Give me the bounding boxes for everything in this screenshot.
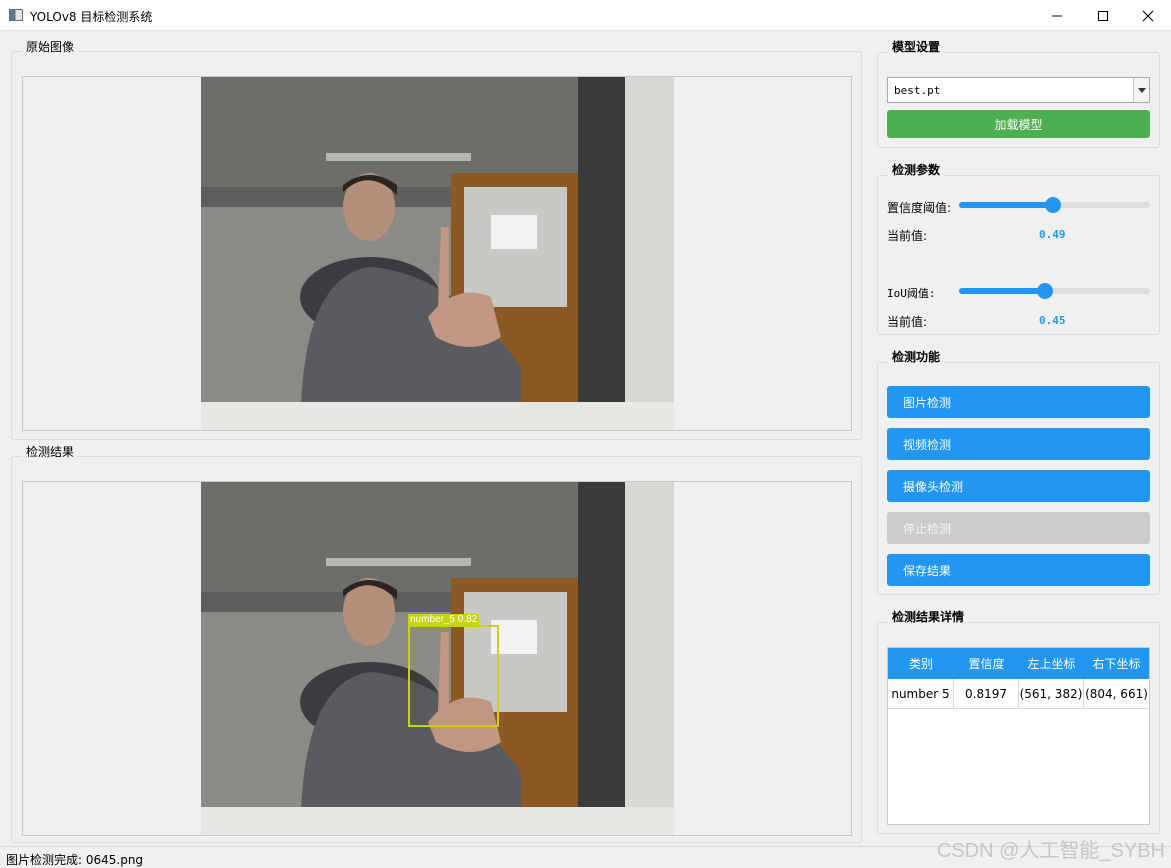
watermark: CSDN @人工智能_SYBH xyxy=(936,840,1165,862)
iou-slider-handle[interactable] xyxy=(1036,283,1053,299)
results-detail-title: 检测结果详情 xyxy=(888,610,969,624)
app-icon xyxy=(9,9,23,21)
iou-slider-fill xyxy=(959,288,1045,294)
office-scene-image xyxy=(201,77,674,430)
detection-label: number_5 0.82 xyxy=(408,614,480,626)
result-image-title: 检测结果 xyxy=(22,445,79,459)
confidence-current-label: 当前值: xyxy=(887,229,928,243)
model-select[interactable]: best.pt xyxy=(887,77,1150,103)
detection-functions-title: 检测功能 xyxy=(888,350,945,364)
confidence-slider-fill xyxy=(959,202,1053,208)
original-image-title: 原始图像 xyxy=(22,40,79,54)
save-results-button[interactable]: 保存结果 xyxy=(887,554,1150,586)
iou-current-label: 当前值: xyxy=(887,315,928,329)
minimize-button[interactable] xyxy=(1034,0,1080,31)
confidence-slider[interactable] xyxy=(959,197,1150,213)
results-table-header: 类别 置信度 左上坐标 右下坐标 xyxy=(888,648,1149,679)
cell-bottom-right: (804, 661) xyxy=(1085,686,1148,701)
close-icon xyxy=(1142,10,1154,21)
maximize-button[interactable] xyxy=(1080,0,1126,31)
column-header-bottom-right[interactable]: 右下坐标 xyxy=(1084,648,1149,679)
confidence-slider-handle[interactable] xyxy=(1044,197,1061,213)
confidence-threshold-label: 置信度阈值: xyxy=(887,201,952,215)
close-button[interactable] xyxy=(1125,0,1171,31)
result-image: number_5 0.82 xyxy=(201,482,674,835)
detection-box: number_5 0.82 xyxy=(408,614,499,727)
results-table[interactable]: 类别 置信度 左上坐标 右下坐标 number 5 0.8197 (561, 3… xyxy=(887,647,1150,825)
status-text: 图片检测完成: 0645.png xyxy=(6,853,144,867)
table-row[interactable]: number 5 0.8197 (561, 382) (804, 661) xyxy=(888,679,1149,709)
original-image-frame xyxy=(22,76,852,431)
chevron-down-icon[interactable] xyxy=(1133,78,1149,102)
model-settings-title: 模型设置 xyxy=(888,40,945,54)
cell-top-left: (561, 382) xyxy=(1019,679,1084,708)
column-header-confidence[interactable]: 置信度 xyxy=(954,648,1019,679)
column-header-top-left[interactable]: 左上坐标 xyxy=(1019,648,1084,679)
window-title: YOLOv8 目标检测系统 xyxy=(30,10,153,24)
result-image-frame: number_5 0.82 xyxy=(22,481,852,836)
title-bar: YOLOv8 目标检测系统 xyxy=(0,0,1171,31)
minimize-icon xyxy=(1052,15,1062,16)
iou-value: 0.45 xyxy=(1039,314,1066,327)
iou-threshold-label: IoU阈值: xyxy=(887,287,936,300)
maximize-icon xyxy=(1098,10,1108,21)
cell-confidence: 0.8197 xyxy=(954,679,1019,708)
confidence-value: 0.49 xyxy=(1039,228,1066,241)
load-model-button[interactable]: 加载模型 xyxy=(887,110,1150,138)
model-select-value: best.pt xyxy=(894,84,941,97)
image-detect-button[interactable]: 图片检测 xyxy=(887,386,1150,418)
stop-detect-button: 停止检测 xyxy=(887,512,1150,544)
detection-params-title: 检测参数 xyxy=(888,163,945,177)
iou-slider[interactable] xyxy=(959,283,1150,299)
original-image xyxy=(201,77,674,430)
cell-class: number 5 xyxy=(888,679,954,708)
camera-detect-button[interactable]: 摄像头检测 xyxy=(887,470,1150,502)
column-header-class[interactable]: 类别 xyxy=(888,648,954,679)
video-detect-button[interactable]: 视频检测 xyxy=(887,428,1150,460)
